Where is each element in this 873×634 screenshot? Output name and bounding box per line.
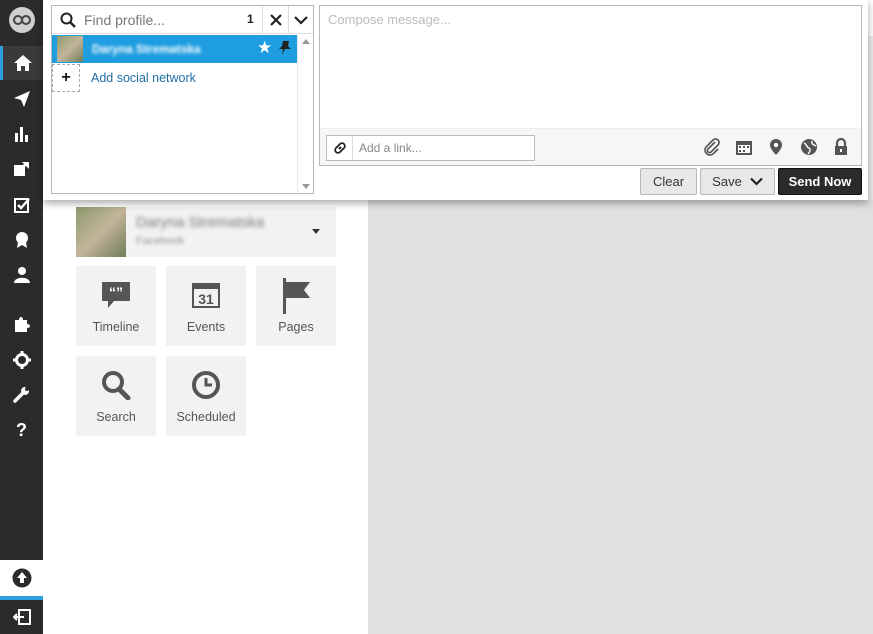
home-icon xyxy=(14,55,32,71)
schedule-button[interactable] xyxy=(734,137,754,157)
chevron-down-icon xyxy=(294,16,308,25)
avatar xyxy=(57,36,83,62)
send-now-label: Send Now xyxy=(788,174,852,189)
paper-plane-icon xyxy=(13,91,30,107)
ribbon-icon xyxy=(15,232,28,248)
save-label: Save xyxy=(712,174,742,189)
close-icon xyxy=(269,14,282,26)
bar-chart-icon xyxy=(14,127,28,142)
lock-icon xyxy=(835,138,847,155)
gear-icon xyxy=(12,351,31,369)
nav-tasks[interactable] xyxy=(0,188,43,222)
checkbox-icon xyxy=(13,198,30,213)
logout-icon xyxy=(12,609,31,625)
tile-search[interactable]: Search xyxy=(76,356,156,436)
clock-icon xyxy=(192,371,220,399)
wrench-icon xyxy=(12,387,29,403)
puzzle-icon xyxy=(14,317,30,332)
tile-timeline[interactable]: “” Timeline xyxy=(76,266,156,346)
send-now-button[interactable]: Send Now xyxy=(778,168,862,195)
editor-toolbar xyxy=(320,128,861,165)
link-icon xyxy=(327,136,353,160)
tile-label: Search xyxy=(96,410,136,424)
location-button[interactable] xyxy=(766,137,786,157)
nav-help[interactable]: ? xyxy=(0,413,43,447)
tile-events[interactable]: 31 Events xyxy=(166,266,246,346)
avatar xyxy=(76,207,126,257)
expand-picker-button[interactable] xyxy=(288,6,313,34)
clear-button[interactable]: Clear xyxy=(640,168,697,195)
tile-pages[interactable]: Pages xyxy=(256,266,336,346)
nav-home[interactable] xyxy=(0,46,43,80)
attach-button[interactable] xyxy=(702,137,722,157)
nav-contests[interactable] xyxy=(0,223,43,257)
profile-network: Facebook xyxy=(136,235,185,247)
upgrade-button[interactable] xyxy=(0,560,43,596)
targeting-button[interactable] xyxy=(799,137,819,157)
selected-count: 1 xyxy=(247,12,254,26)
calendar-31-icon: 31 xyxy=(192,283,220,308)
nav-apps[interactable] xyxy=(0,307,43,341)
nav-publisher[interactable] xyxy=(0,82,43,116)
profile-selector[interactable]: Daryna Strematska Facebook xyxy=(76,207,336,257)
stream-area xyxy=(368,200,873,634)
message-composer: 1 Daryna Strematska ★ + Add social netwo… xyxy=(43,0,868,200)
tile-label: Scheduled xyxy=(176,410,236,424)
scroll-down-icon[interactable] xyxy=(302,184,310,189)
search-icon xyxy=(60,12,76,28)
left-nav: ? xyxy=(0,0,43,634)
privacy-button[interactable] xyxy=(831,137,851,157)
upload-circle-icon xyxy=(12,568,31,588)
logout-button[interactable] xyxy=(0,600,43,634)
star-icon[interactable]: ★ xyxy=(257,38,272,58)
nav-settings[interactable] xyxy=(0,343,43,377)
compose-message-input[interactable] xyxy=(320,6,861,128)
calendar-icon xyxy=(736,141,752,155)
profile-name: Daryna Strematska xyxy=(136,214,265,231)
flag-icon xyxy=(283,278,310,314)
save-button[interactable]: Save xyxy=(700,168,775,195)
tile-label: Events xyxy=(186,320,226,334)
pin-icon[interactable] xyxy=(278,40,292,56)
clear-selection-button[interactable] xyxy=(262,6,288,34)
selected-profile-name: Daryna Strematska xyxy=(92,42,201,56)
add-link-input[interactable] xyxy=(357,138,527,158)
help-icon: ? xyxy=(16,419,27,440)
scroll-up-icon[interactable] xyxy=(302,39,310,44)
tile-label: Pages xyxy=(278,320,314,334)
clear-label: Clear xyxy=(652,174,685,189)
chevron-down-icon xyxy=(750,177,763,186)
user-icon xyxy=(13,267,30,283)
magnifier-icon xyxy=(102,371,131,400)
plus-icon: + xyxy=(52,64,80,92)
profile-picker: 1 Daryna Strematska ★ + Add social netwo… xyxy=(51,5,314,194)
add-social-network-link[interactable]: Add social network xyxy=(91,71,196,85)
globe-icon xyxy=(801,139,817,155)
nav-contacts[interactable] xyxy=(0,258,43,292)
message-editor xyxy=(319,5,862,166)
svg-text:“”: “” xyxy=(109,284,123,300)
selected-profile-row[interactable]: Daryna Strematska ★ xyxy=(52,35,297,63)
tile-label: Timeline xyxy=(92,320,140,334)
picker-scrollbar[interactable] xyxy=(297,35,313,193)
profile-search-row: 1 xyxy=(52,6,313,34)
location-pin-icon xyxy=(770,139,782,155)
nav-tools[interactable] xyxy=(0,378,43,412)
link-box xyxy=(326,135,535,161)
quote-bubble-icon: “” xyxy=(102,282,130,308)
tile-scheduled[interactable]: Scheduled xyxy=(166,356,246,436)
nav-assignments[interactable] xyxy=(0,152,43,186)
assignments-icon xyxy=(13,162,29,176)
add-social-network-row[interactable]: + Add social network xyxy=(52,64,297,92)
profile-search-input[interactable] xyxy=(82,9,242,31)
nav-analytics[interactable] xyxy=(0,117,43,151)
owl-logo-icon[interactable] xyxy=(9,7,35,33)
paperclip-icon xyxy=(704,138,720,156)
caret-down-icon xyxy=(312,229,320,234)
calendar-badge: 31 xyxy=(198,291,214,307)
